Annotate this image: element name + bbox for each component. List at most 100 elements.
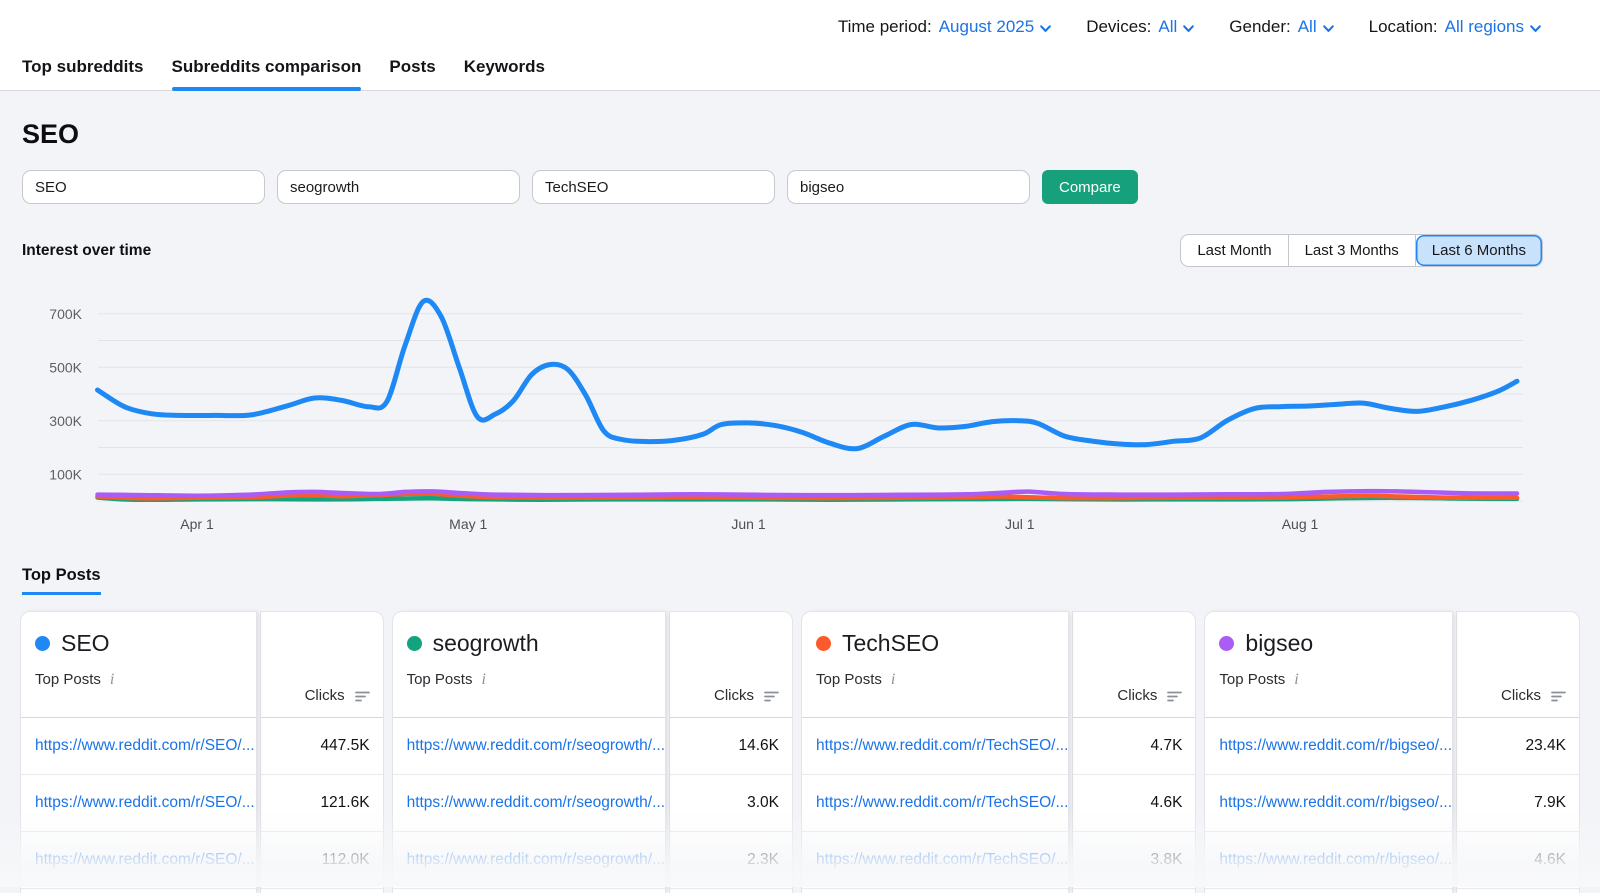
post-link[interactable]: https://www.reddit.com/r/SEO/... xyxy=(35,794,255,812)
post-link[interactable]: https://www.reddit.com/r/bigseo/... xyxy=(1219,851,1452,869)
tab-top-subreddits[interactable]: Top subreddits xyxy=(22,48,144,90)
series-color-dot-icon xyxy=(1219,636,1234,651)
clicks-value: 4.7K xyxy=(1073,718,1195,775)
svg-text:500K: 500K xyxy=(49,359,82,375)
posts-column-header: Top Posts xyxy=(1219,671,1285,688)
card-subreddit-name: TechSEO xyxy=(842,630,939,657)
tab-keywords[interactable]: Keywords xyxy=(464,48,545,90)
top-posts-card-techseo: TechSEO Top Postsi https://www.reddit.co… xyxy=(801,611,1196,893)
subreddit-input-1[interactable] xyxy=(22,170,265,204)
global-filters: Time period: August 2025 Devices: All Ge… xyxy=(838,0,1542,54)
card-subreddit-name: SEO xyxy=(61,630,110,657)
svg-text:Jul 1: Jul 1 xyxy=(1005,516,1035,532)
svg-text:300K: 300K xyxy=(49,413,82,429)
sort-icon[interactable] xyxy=(763,690,780,703)
filter-location[interactable]: Location: All regions xyxy=(1369,17,1542,37)
posts-column-header: Top Posts xyxy=(35,671,101,688)
line-chart-canvas: 100K300K500K700KApr 1May 1Jun 1Jul 1Aug … xyxy=(20,279,1525,537)
svg-text:May 1: May 1 xyxy=(449,516,487,532)
chevron-down-icon xyxy=(1322,22,1335,35)
post-link[interactable]: https://www.reddit.com/r/seogrowth/... xyxy=(407,737,665,755)
post-link[interactable]: https://www.reddit.com/r/SEO/... xyxy=(35,737,255,755)
clicks-value: 4.6K xyxy=(1073,775,1195,832)
table-row: https://www.reddit.com/r/seogrowth/... xyxy=(393,832,665,889)
interest-over-time-chart: 100K300K500K700KApr 1May 1Jun 1Jul 1Aug … xyxy=(20,279,1600,542)
top-posts-card-seogrowth: seogrowth Top Posts i https://www.reddit.… xyxy=(392,611,793,893)
card-subreddit-name: bigseo xyxy=(1245,630,1313,657)
svg-text:Apr 1: Apr 1 xyxy=(180,516,214,532)
table-row: https://www.reddit.com/r/bigseo/... xyxy=(1205,775,1452,832)
posts-column-header: Top Posts xyxy=(407,671,473,688)
subreddit-input-4[interactable] xyxy=(787,170,1030,204)
svg-text:100K: 100K xyxy=(49,466,82,482)
table-row: https://www.reddit.com/r/TechSEO/... xyxy=(802,775,1068,832)
filter-time-period-value: August 2025 xyxy=(939,17,1034,37)
series-color-dot-icon xyxy=(407,636,422,651)
tab-subreddits-comparison[interactable]: Subreddits comparison xyxy=(172,48,362,90)
post-link[interactable]: https://www.reddit.com/r/bigseo/... xyxy=(1219,737,1452,755)
table-row: https://www.reddit.com/r/SEO/... xyxy=(21,832,256,889)
series-color-dot-icon xyxy=(816,636,831,651)
table-row: https://www.reddit.com/r/bigseo/... xyxy=(1205,832,1452,889)
clicks-value: 2.3K xyxy=(670,832,792,889)
table-row: https://www.reddit.com/r/SEO/... xyxy=(21,775,256,832)
interest-over-time-header: Interest over time Last Month Last 3 Mon… xyxy=(22,234,1543,267)
filter-devices-value: All xyxy=(1158,17,1177,37)
clicks-value: 112.0K xyxy=(261,832,383,889)
clicks-column-header[interactable]: Clicks xyxy=(714,687,754,704)
top-posts-card-seo: SEO Top Posts i https://www.reddit.com/r/… xyxy=(20,611,384,893)
chevron-down-icon xyxy=(1039,22,1052,35)
card-subreddit-name: seogrowth xyxy=(433,630,539,657)
post-link[interactable]: https://www.reddit.com/r/bigseo/... xyxy=(1219,794,1452,812)
table-row: https://www.reddit.com/r/TechSEO/... xyxy=(802,718,1068,775)
clicks-value: 7.9K xyxy=(1457,775,1579,832)
post-link[interactable]: https://www.reddit.com/r/SEO/... xyxy=(35,851,255,869)
clicks-value: 23.4K xyxy=(1457,718,1579,775)
clicks-value: 447.5K xyxy=(261,718,383,775)
range-last-3-months-button[interactable]: Last 3 Months xyxy=(1289,235,1416,266)
top-posts-cards: SEO Top Posts i https://www.reddit.com/r/… xyxy=(20,611,1580,893)
subreddit-input-3[interactable] xyxy=(532,170,775,204)
clicks-column-header[interactable]: Clicks xyxy=(1501,687,1541,704)
compare-query-row: Compare xyxy=(22,170,1600,204)
post-link[interactable]: https://www.reddit.com/r/seogrowth/... xyxy=(407,794,665,812)
post-link[interactable]: https://www.reddit.com/r/seogrowth/... xyxy=(407,851,665,869)
table-row: https://www.reddit.com/r/seogrowth/... xyxy=(393,775,665,832)
info-icon[interactable]: i xyxy=(1294,672,1298,688)
time-range-toggle: Last Month Last 3 Months Last 6 Months xyxy=(1180,234,1543,267)
range-last-6-months-button[interactable]: Last 6 Months xyxy=(1416,235,1542,266)
post-link[interactable]: https://www.reddit.com/r/TechSEO/... xyxy=(816,737,1068,755)
clicks-column-header[interactable]: Clicks xyxy=(1117,687,1157,704)
table-row: https://www.reddit.com/r/bigseo/... xyxy=(1205,718,1452,775)
filter-devices-label: Devices: xyxy=(1086,17,1151,37)
svg-text:Jun 1: Jun 1 xyxy=(731,516,765,532)
filter-location-label: Location: xyxy=(1369,17,1438,37)
info-icon[interactable]: i xyxy=(891,672,895,688)
clicks-value: 121.6K xyxy=(261,775,383,832)
post-link[interactable]: https://www.reddit.com/r/TechSEO/... xyxy=(816,794,1068,812)
top-header-bar: Time period: August 2025 Devices: All Ge… xyxy=(0,0,1600,91)
range-last-month-button[interactable]: Last Month xyxy=(1181,235,1288,266)
chevron-down-icon xyxy=(1529,22,1542,35)
info-icon[interactable]: i xyxy=(481,672,485,688)
filter-gender-value: All xyxy=(1298,17,1317,37)
info-icon[interactable]: i xyxy=(110,672,114,688)
filter-devices[interactable]: Devices: All xyxy=(1086,17,1195,37)
clicks-column-header[interactable]: Clicks xyxy=(305,687,345,704)
top-posts-card-bigseo: bigseo Top Posts i https://www.reddit.com… xyxy=(1204,611,1580,893)
sort-icon[interactable] xyxy=(1166,690,1183,703)
clicks-value: 3.8K xyxy=(1073,832,1195,889)
filter-time-period[interactable]: Time period: August 2025 xyxy=(838,17,1052,37)
top-posts-section-title[interactable]: Top Posts xyxy=(22,566,101,595)
filter-time-period-label: Time period: xyxy=(838,17,932,37)
sort-icon[interactable] xyxy=(354,690,371,703)
post-link[interactable]: https://www.reddit.com/r/TechSEO/... xyxy=(816,851,1068,869)
clicks-value: 14.6K xyxy=(670,718,792,775)
sort-icon[interactable] xyxy=(1550,690,1567,703)
compare-button[interactable]: Compare xyxy=(1042,170,1138,204)
filter-location-value: All regions xyxy=(1445,17,1524,37)
subreddit-input-2[interactable] xyxy=(277,170,520,204)
series-color-dot-icon xyxy=(35,636,50,651)
filter-gender[interactable]: Gender: All xyxy=(1229,17,1334,37)
tab-posts[interactable]: Posts xyxy=(389,48,435,90)
